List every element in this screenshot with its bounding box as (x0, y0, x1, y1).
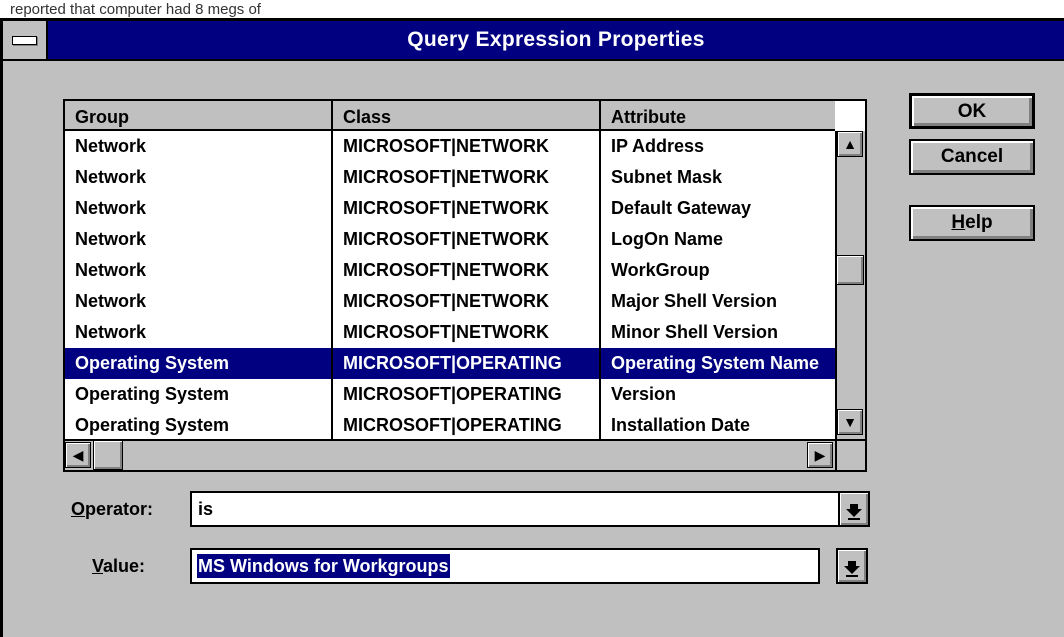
value-label: Value: (92, 551, 145, 581)
row-attribute-cell: Installation Date (611, 415, 751, 435)
row-class-cell: MICROSOFT|NETWORK (343, 229, 550, 249)
scrollbar-corner (835, 439, 865, 470)
left-arrow-icon: ◀ (72, 447, 84, 463)
down-arrow-icon: ▼ (843, 414, 857, 430)
row-group-cell: Network (75, 229, 147, 249)
row-attribute-cell: Version (611, 384, 677, 404)
dropdown-arrow-icon (844, 561, 860, 577)
operator-mnemonic: O (71, 499, 86, 519)
column-header-group[interactable]: Group (65, 101, 333, 131)
up-arrow-icon: ▲ (843, 136, 857, 152)
column-divider (599, 101, 601, 439)
table-row[interactable]: Network MICROSOFT|NETWORK Subnet Mask (65, 162, 835, 193)
row-class-cell: MICROSOFT|NETWORK (343, 198, 550, 218)
table-row[interactable]: Network MICROSOFT|NETWORK WorkGroup (65, 255, 835, 286)
row-group-cell: Operating System (75, 415, 230, 435)
scroll-left-button[interactable]: ◀ (65, 442, 91, 468)
table-row[interactable]: Network MICROSOFT|NETWORK Major Shell Vers… (65, 286, 835, 317)
row-class-cell: MICROSOFT|OPERATING (343, 415, 562, 435)
window-title: Query Expression Properties (407, 28, 705, 51)
row-group-cell: Network (75, 322, 147, 342)
row-attribute-cell: IP Address (611, 136, 705, 156)
ok-button[interactable]: OK (909, 93, 1035, 129)
table-row[interactable]: Network MICROSOFT|NETWORK LogOn Name (65, 224, 835, 255)
row-attribute-cell: Operating System Name (611, 353, 820, 373)
value-text: MS Windows for Workgroups (197, 554, 450, 578)
horizontal-scroll-thumb[interactable] (93, 440, 123, 470)
row-attribute-cell: Major Shell Version (611, 291, 778, 311)
row-attribute-cell: Default Gateway (611, 198, 752, 218)
scroll-right-button[interactable]: ▶ (807, 442, 833, 468)
row-class-cell: MICROSOFT|NETWORK (343, 322, 550, 342)
row-group-cell: Network (75, 198, 147, 218)
row-group-cell: Operating System (75, 353, 230, 373)
table-row[interactable]: Network MICROSOFT|NETWORK IP Address (65, 131, 835, 162)
dropdown-arrow-icon (846, 504, 862, 520)
title-bar: Query Expression Properties (3, 21, 1064, 61)
value-dropdown-button[interactable] (836, 548, 868, 584)
table-row[interactable]: Operating System MICROSOFT|OPERATING Insta… (65, 410, 835, 441)
operator-label-rest: perator: (85, 499, 154, 519)
scroll-down-button[interactable]: ▼ (837, 409, 863, 435)
table-row[interactable]: Operating System MICROSOFT|OPERATING Versi… (65, 379, 835, 410)
row-group-cell: Network (75, 136, 147, 156)
background-caption-text: reported that computer had 8 megs of (10, 1, 261, 18)
value-input[interactable]: MS Windows for Workgroups (190, 548, 820, 584)
cancel-button[interactable]: Cancel (909, 139, 1035, 175)
column-header-attribute[interactable]: Attribute (601, 101, 835, 131)
column-divider (331, 101, 333, 439)
vertical-scrollbar[interactable]: ▲ ▼ (835, 131, 865, 439)
value-mnemonic: V (92, 556, 104, 576)
row-attribute-cell: LogOn Name (611, 229, 724, 249)
row-class-cell: MICROSOFT|NETWORK (343, 260, 550, 280)
row-class-cell: MICROSOFT|NETWORK (343, 291, 550, 311)
row-attribute-cell: WorkGroup (611, 260, 710, 280)
row-attribute-cell: Minor Shell Version (611, 322, 779, 342)
row-class-cell: MICROSOFT|NETWORK (343, 167, 550, 187)
table-row[interactable]: Network MICROSOFT|NETWORK Default Gateway (65, 193, 835, 224)
row-group-cell: Network (75, 167, 147, 187)
row-class-cell: MICROSOFT|OPERATING (343, 353, 562, 373)
query-expression-dialog: Query Expression Properties Group Class … (0, 18, 1064, 637)
system-menu-button[interactable] (3, 21, 48, 59)
horizontal-scrollbar[interactable]: ◀ ▶ (65, 439, 835, 470)
table-row[interactable]: Network MICROSOFT|NETWORK Minor Shell Vers… (65, 317, 835, 348)
right-arrow-icon: ▶ (814, 447, 826, 463)
row-group-cell: Operating System (75, 384, 230, 404)
row-class-cell: MICROSOFT|OPERATING (343, 384, 562, 404)
operator-value: is (198, 499, 214, 519)
row-class-cell: MICROSOFT|NETWORK (343, 136, 550, 156)
help-mnemonic: H (951, 212, 966, 233)
column-header-class[interactable]: Class (333, 101, 601, 131)
operator-combobox[interactable]: is (190, 491, 870, 527)
vertical-scroll-thumb[interactable] (836, 255, 864, 285)
row-group-cell: Network (75, 260, 147, 280)
operator-label: Operator: (71, 494, 153, 524)
value-label-rest: alue: (103, 556, 146, 576)
row-group-cell: Network (75, 291, 147, 311)
help-button[interactable]: Help (909, 205, 1035, 241)
row-attribute-cell: Subnet Mask (611, 167, 723, 187)
system-menu-icon (12, 36, 37, 45)
operator-dropdown-button[interactable] (838, 491, 870, 527)
scroll-up-button[interactable]: ▲ (837, 131, 863, 157)
list-header: Group Class Attribute (65, 101, 865, 131)
help-label-rest: elp (965, 212, 993, 233)
attribute-list[interactable]: Group Class Attribute Network MICROSOFT|N… (63, 99, 867, 472)
table-row[interactable]: Operating System MICROSOFT|OPERATING Opera… (65, 348, 835, 379)
